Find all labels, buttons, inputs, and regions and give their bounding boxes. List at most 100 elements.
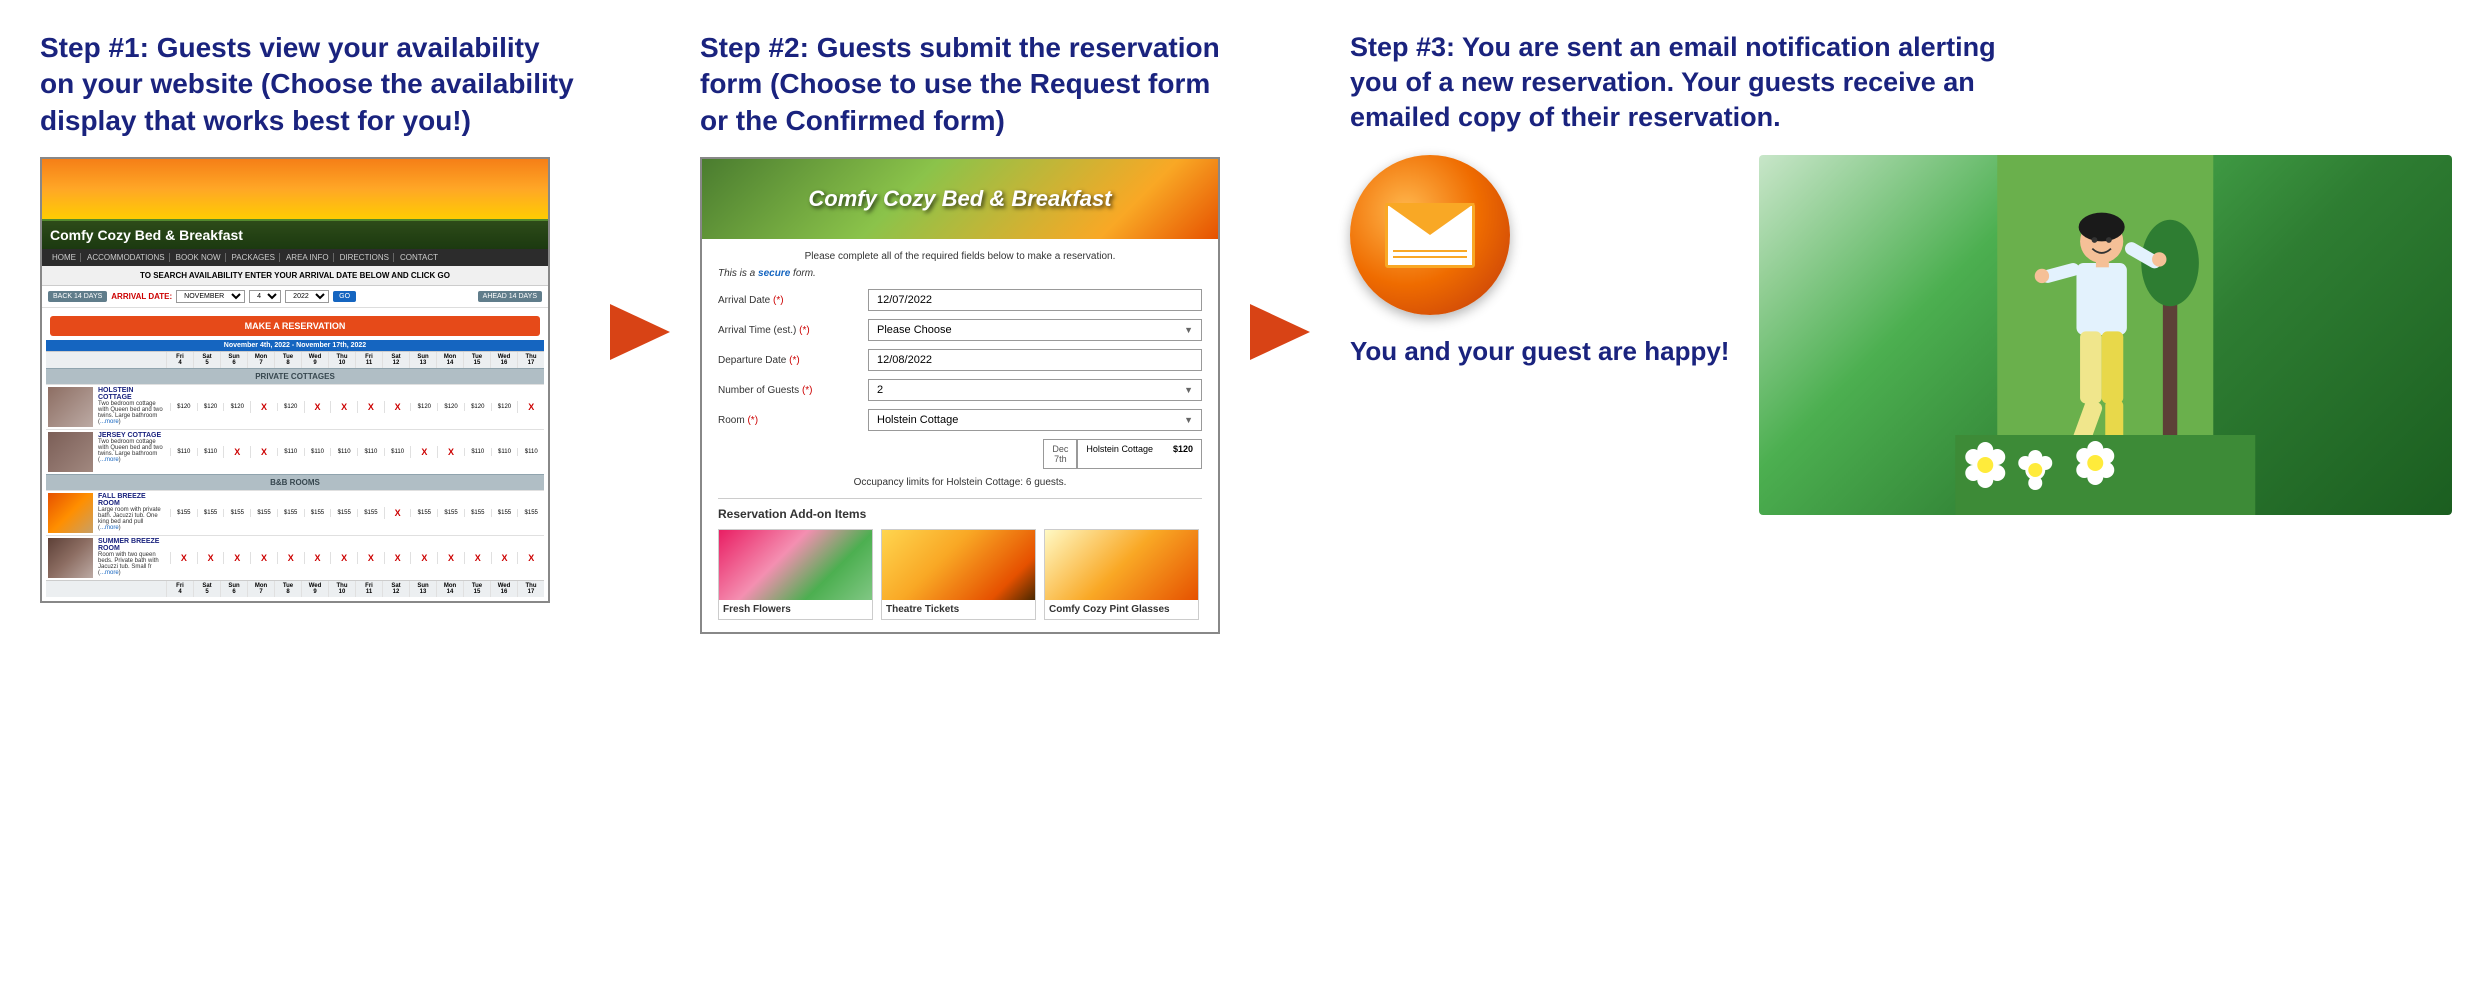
- col2: Step #2: Guests submit the reservation f…: [680, 30, 1240, 634]
- nav-contact[interactable]: CONTACT: [396, 253, 442, 262]
- date-col-sun13: Sun13: [409, 352, 436, 368]
- price-cell[interactable]: $120: [491, 403, 518, 411]
- price-cell[interactable]: $120: [410, 403, 437, 411]
- step3-photo: [1759, 155, 2452, 515]
- price-cell[interactable]: $155: [357, 509, 384, 517]
- price-cell[interactable]: $110: [304, 448, 331, 456]
- year-select[interactable]: 2022: [285, 290, 329, 303]
- price-cell-x: X: [491, 552, 518, 564]
- form-hero-title: Comfy Cozy Bed & Breakfast: [808, 186, 1111, 212]
- nav-accommodations[interactable]: ACCOMMODATIONS: [83, 253, 170, 262]
- secure-link[interactable]: secure: [758, 268, 790, 279]
- bottom-date-fri4: Fri4: [166, 581, 193, 597]
- bottom-date-sat5: Sat5: [193, 581, 220, 597]
- theatre-tickets-image: [882, 530, 1035, 600]
- mockup-date-row: BACK 14 DAYS ARRIVAL DATE: NOVEMBER 4 20…: [42, 286, 548, 308]
- price-cell[interactable]: $155: [491, 509, 518, 517]
- price-cell[interactable]: $155: [517, 509, 544, 517]
- arrival-time-value: Please Choose: [877, 324, 952, 336]
- price-cell[interactable]: $110: [357, 448, 384, 456]
- arrival-date-row: Arrival Date (*): [718, 289, 1202, 311]
- price-cell[interactable]: $110: [330, 448, 357, 456]
- room-label: Room (*): [718, 415, 868, 426]
- go-button[interactable]: GO: [333, 291, 356, 302]
- price-cell[interactable]: $155: [197, 509, 224, 517]
- bottom-date-tue8: Tue8: [274, 581, 301, 597]
- email-icon-container: [1350, 155, 1510, 315]
- price-cell[interactable]: $110: [384, 448, 411, 456]
- back-14-days-button[interactable]: BACK 14 DAYS: [48, 291, 107, 302]
- date-col-sat5: Sat5: [193, 352, 220, 368]
- date-col-tue8: Tue8: [274, 352, 301, 368]
- col3: Step #3: You are sent an email notificat…: [1320, 30, 2452, 634]
- addon-theatre-tickets[interactable]: Theatre Tickets: [881, 529, 1036, 620]
- price-cell-x: X: [277, 552, 304, 564]
- price-cell[interactable]: $110: [170, 448, 197, 456]
- table-row: FALL BREEZE ROOM Large room with private…: [46, 490, 544, 535]
- bottom-date-strip: Fri4 Sat5 Sun6 Mon7 Tue8 Wed9 Thu10 Fri1…: [46, 580, 544, 597]
- mockup-nav: HOME ACCOMMODATIONS BOOK NOW PACKAGES AR…: [42, 249, 548, 266]
- nav-book-now[interactable]: BOOK NOW: [172, 253, 226, 262]
- nav-directions[interactable]: DIRECTIONS: [336, 253, 394, 262]
- addon-fresh-flowers[interactable]: Fresh Flowers: [718, 529, 873, 620]
- departure-date-row: Departure Date (*): [718, 349, 1202, 371]
- addon-pint-glasses[interactable]: Comfy Cozy Pint Glasses: [1044, 529, 1199, 620]
- guests-select[interactable]: 2 ▼: [868, 379, 1202, 401]
- price-cell[interactable]: $120: [223, 403, 250, 411]
- month-select[interactable]: NOVEMBER: [176, 290, 245, 303]
- nav-area-info[interactable]: AREA INFO: [282, 253, 334, 262]
- departure-date-label-text: Departure Date: [718, 355, 786, 366]
- theatre-tickets-label: Theatre Tickets: [882, 600, 1035, 619]
- nav-packages[interactable]: PACKAGES: [228, 253, 280, 262]
- price-cell[interactable]: $110: [197, 448, 224, 456]
- price-cell[interactable]: $155: [223, 509, 250, 517]
- pint-glasses-label: Comfy Cozy Pint Glasses: [1045, 600, 1198, 619]
- price-cell[interactable]: $120: [464, 403, 491, 411]
- arrival-date-input[interactable]: [868, 289, 1202, 311]
- envelope-line1: [1393, 250, 1467, 252]
- price-cell-x: X: [384, 552, 411, 564]
- form-addon-items: Fresh Flowers Theatre Tickets Comfy Cozy…: [718, 529, 1202, 620]
- date-range-header: November 4th, 2022 - November 17th, 2022: [46, 340, 544, 351]
- price-cell[interactable]: $155: [330, 509, 357, 517]
- table-row: JERSEY COTTAGE Two bedroom cottage with …: [46, 429, 544, 474]
- departure-date-input[interactable]: [868, 349, 1202, 371]
- arrival-time-select[interactable]: Please Choose ▼: [868, 319, 1202, 341]
- price-cell-x: X: [223, 552, 250, 564]
- private-cottages-header: PRIVATE COTTAGES: [46, 368, 544, 384]
- price-cell[interactable]: $155: [437, 509, 464, 517]
- date-col-sat12: Sat12: [382, 352, 409, 368]
- guests-row: Number of Guests (*) 2 ▼: [718, 379, 1202, 401]
- price-cell[interactable]: $155: [277, 509, 304, 517]
- bottom-date-tue15: Tue15: [463, 581, 490, 597]
- price-cell[interactable]: $155: [464, 509, 491, 517]
- price-cell[interactable]: $120: [437, 403, 464, 411]
- price-cell[interactable]: $155: [250, 509, 277, 517]
- price-cell[interactable]: $110: [464, 448, 491, 456]
- holstein-room-info: HOLSTEIN COTTAGE Two bedroom cottage wit…: [95, 385, 170, 429]
- price-cell[interactable]: $155: [410, 509, 437, 517]
- room-label-text: Room: [718, 415, 745, 426]
- price-cell[interactable]: $120: [197, 403, 224, 411]
- price-cell[interactable]: $120: [277, 403, 304, 411]
- price-cell-x: X: [170, 552, 197, 564]
- price-cell-x: X: [410, 552, 437, 564]
- holstein-room-desc: Two bedroom cottage with Queen bed and t…: [98, 401, 167, 425]
- price-cell[interactable]: $120: [170, 403, 197, 411]
- arrow1-container: [600, 30, 680, 634]
- nav-home[interactable]: HOME: [48, 253, 81, 262]
- make-reservation-button[interactable]: MAKE A RESERVATION: [50, 316, 540, 336]
- price-cell[interactable]: $110: [491, 448, 518, 456]
- day-select[interactable]: 4: [249, 290, 281, 303]
- date-col-fri4: Fri4: [166, 352, 193, 368]
- ahead-14-days-button[interactable]: AHEAD 14 DAYS: [478, 291, 542, 302]
- date-col-thu10: Thu10: [328, 352, 355, 368]
- dates-spacer: [46, 352, 166, 368]
- price-cell-x: X: [330, 401, 357, 413]
- price-cell[interactable]: $110: [277, 448, 304, 456]
- price-cell-x: X: [304, 552, 331, 564]
- price-cell[interactable]: $155: [304, 509, 331, 517]
- room-select[interactable]: Holstein Cottage ▼: [868, 409, 1202, 431]
- guests-required: (*): [802, 385, 813, 396]
- price-cell[interactable]: $155: [170, 509, 197, 517]
